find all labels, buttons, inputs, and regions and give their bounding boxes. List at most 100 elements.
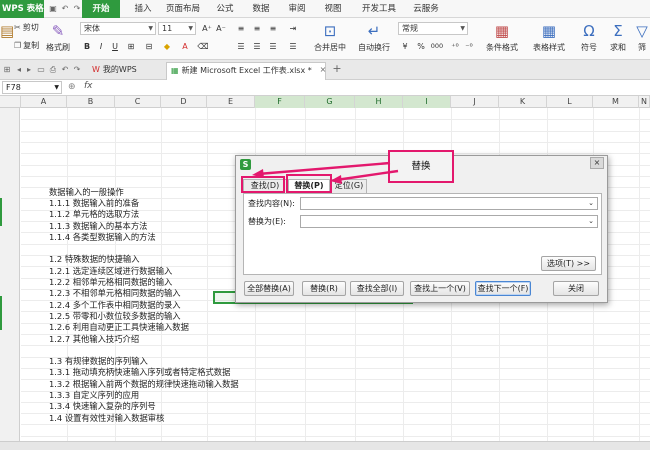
align-bottom-icon[interactable]: ≡: [266, 22, 280, 35]
tab-home[interactable]: 开始: [82, 0, 120, 18]
find-input[interactable]: ⌄: [300, 197, 598, 210]
back-icon[interactable]: ◂: [14, 65, 24, 75]
underline-button[interactable]: U: [108, 40, 122, 53]
fill-color-icon[interactable]: ◆: [160, 40, 174, 53]
cell-text[interactable]: 1.3 有规律数据的序列输入: [49, 356, 148, 367]
doc-tab-my-wps[interactable]: W 我的WPS: [88, 62, 164, 80]
shrink-font-icon[interactable]: A⁻: [214, 22, 228, 35]
cell-text[interactable]: 1.2.3 不相邻单元格相同数据的输入: [49, 288, 181, 299]
copy-button[interactable]: ❐ 复制: [14, 40, 39, 51]
align-right-icon[interactable]: ☰: [266, 40, 280, 53]
column-header-f[interactable]: F: [255, 96, 305, 108]
justify-icon[interactable]: ☰: [286, 40, 300, 53]
conditional-format-button[interactable]: ▦ 条件格式: [478, 20, 526, 53]
decimal-increase-icon[interactable]: ⁺⁰: [448, 40, 462, 53]
merge-center-button[interactable]: ⊡ 合并居中: [308, 20, 352, 53]
column-header-c[interactable]: C: [115, 96, 161, 108]
zoom-icon[interactable]: ⊕: [68, 82, 76, 92]
tab-cloud[interactable]: 云服务: [406, 0, 446, 18]
replace-button[interactable]: 替换(R): [302, 281, 346, 296]
align-middle-icon[interactable]: ≡: [250, 22, 264, 35]
font-name-select[interactable]: 宋体 ▼: [80, 22, 156, 35]
indent-icon[interactable]: ⇥: [286, 22, 300, 35]
column-header-m[interactable]: M: [593, 96, 639, 108]
replace-all-button[interactable]: 全部替换(A): [244, 281, 294, 296]
font-size-select[interactable]: 11 ▼: [158, 22, 196, 35]
cell-text[interactable]: 1.3.1 拖动填充柄快速输入序列或者特定格式数据: [49, 367, 230, 378]
function-icon[interactable]: fx: [84, 81, 93, 91]
options-button[interactable]: 选项(T) >>: [541, 256, 596, 271]
name-box[interactable]: F78 ▼: [2, 81, 62, 94]
cell-text[interactable]: 1.4 设置有效性对输入数据审核: [49, 413, 164, 424]
currency-button[interactable]: ¥: [398, 40, 412, 53]
cell-text[interactable]: 1.2.5 带零和小数位较多数据的输入: [49, 311, 181, 322]
grow-font-icon[interactable]: A⁺: [200, 22, 214, 35]
cell-text[interactable]: 1.2.6 利用自动更正工具快速输入数据: [49, 322, 189, 333]
column-header-d[interactable]: D: [161, 96, 207, 108]
column-header-a[interactable]: A: [21, 96, 67, 108]
filter-button[interactable]: ▽ 筛: [634, 20, 650, 53]
undo-icon[interactable]: ↶: [60, 65, 70, 75]
tab-page-layout[interactable]: 页面布局: [160, 0, 206, 18]
table-style-button[interactable]: ▦ 表格样式: [526, 20, 572, 53]
cell-text[interactable]: 1.3.4 快速输入复杂的序列号: [49, 401, 156, 412]
cell-text[interactable]: 1.3.3 自定义序列的应用: [49, 390, 139, 401]
undo-icon[interactable]: ↶: [60, 4, 70, 14]
cell-text[interactable]: 1.2.2 相邻单元格相同数据的输入: [49, 277, 172, 288]
tab-formulas[interactable]: 公式: [210, 0, 240, 18]
column-header-k[interactable]: K: [499, 96, 547, 108]
font-color-icon[interactable]: A: [178, 40, 192, 53]
clear-format-icon[interactable]: ⌫: [196, 40, 210, 53]
border-icon[interactable]: ⊞: [124, 40, 138, 53]
cell-text[interactable]: 数据输入的一般操作: [49, 187, 124, 198]
redo-icon[interactable]: ↷: [72, 4, 82, 14]
paste-button[interactable]: ▤: [0, 20, 14, 42]
italic-button[interactable]: I: [94, 40, 108, 53]
cut-button[interactable]: ✂ 剪切: [14, 22, 39, 33]
cell-text[interactable]: 1.2.7 其他输入技巧介绍: [49, 334, 139, 345]
column-header-j[interactable]: J: [451, 96, 499, 108]
close-icon[interactable]: ×: [318, 65, 328, 75]
tab-view[interactable]: 视图: [318, 0, 348, 18]
formula-input[interactable]: [104, 82, 644, 94]
close-dialog-button[interactable]: 关闭: [553, 281, 599, 296]
tab-data[interactable]: 数据: [246, 0, 276, 18]
tab-insert[interactable]: 插入: [128, 0, 158, 18]
cell-text[interactable]: 1.1.1 数据输入前的准备: [49, 198, 139, 209]
bold-button[interactable]: B: [80, 40, 94, 53]
wrap-text-button[interactable]: ↵ 自动换行: [352, 20, 396, 53]
grid-icon[interactable]: ⊞: [2, 65, 12, 75]
thousands-button[interactable]: 000: [430, 40, 444, 53]
column-header-n[interactable]: N: [639, 96, 650, 108]
cell-text[interactable]: 1.3.2 根据输入前两个数据的规律快速拖动输入数据: [49, 379, 239, 390]
close-button[interactable]: ×: [590, 157, 604, 169]
symbol-button[interactable]: Ω 符号: [576, 20, 602, 53]
select-all-corner[interactable]: [0, 96, 21, 108]
new-tab-icon[interactable]: +: [332, 63, 342, 74]
cell-text[interactable]: 1.1.2 单元格的选取方法: [49, 209, 139, 220]
cell-text[interactable]: 1.1.3 数据输入的基本方法: [49, 221, 147, 232]
tab-goto[interactable]: 定位(G): [331, 179, 367, 193]
cell-text[interactable]: 1.1.4 各类型数据输入的方法: [49, 232, 156, 243]
align-center-icon[interactable]: ☰: [250, 40, 264, 53]
column-header-l[interactable]: L: [547, 96, 593, 108]
find-all-button[interactable]: 查找全部(I): [350, 281, 404, 296]
cell-text[interactable]: 1.2 特殊数据的快捷输入: [49, 254, 140, 265]
format-painter-button[interactable]: ✎ 格式刷: [44, 20, 72, 53]
column-header-g[interactable]: G: [305, 96, 355, 108]
percent-button[interactable]: %: [414, 40, 428, 53]
redo-icon[interactable]: ↷: [72, 65, 82, 75]
tab-review[interactable]: 审阅: [282, 0, 312, 18]
cell-text[interactable]: 1.2.1 选定连续区域进行数据输入: [49, 266, 172, 277]
sum-button[interactable]: Σ 求和: [604, 20, 632, 53]
tab-developer[interactable]: 开发工具: [356, 0, 402, 18]
column-header-b[interactable]: B: [67, 96, 115, 108]
replace-input[interactable]: ⌄: [300, 215, 598, 228]
align-left-icon[interactable]: ☰: [234, 40, 248, 53]
align-top-icon[interactable]: ≡: [234, 22, 248, 35]
save-icon[interactable]: ▣: [48, 4, 58, 14]
app-menu-button[interactable]: WPS 表格▼: [0, 0, 44, 31]
merge-cells-icon[interactable]: ⊟: [142, 40, 156, 53]
column-header-e[interactable]: E: [207, 96, 255, 108]
document-icon[interactable]: ▭: [36, 65, 46, 75]
